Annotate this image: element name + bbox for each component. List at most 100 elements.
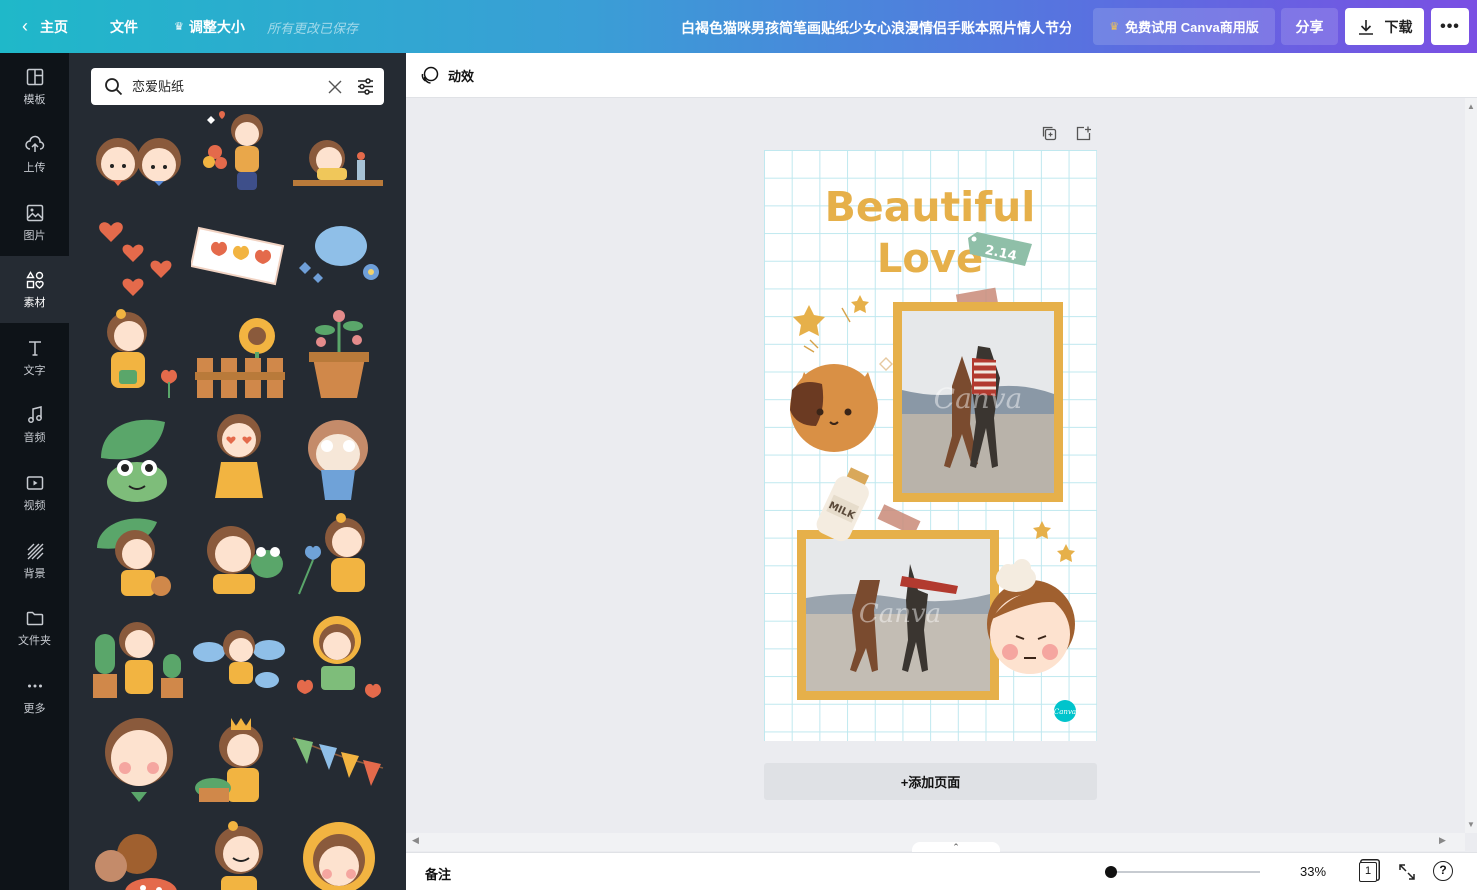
help-icon: ? — [1439, 863, 1447, 877]
download-button[interactable]: 下载 — [1345, 8, 1424, 45]
download-icon — [1358, 19, 1373, 35]
sticker-grid — [69, 108, 406, 890]
svg-text:Canva: Canva — [859, 599, 941, 629]
home-button[interactable]: ‹ 主页 — [22, 0, 68, 53]
animate-icon — [421, 66, 439, 84]
elements-panel — [69, 53, 406, 890]
pro-trial-label: 免费试用 Canva商用版 — [1125, 20, 1259, 35]
sticker-girl-laughing[interactable] — [191, 814, 286, 890]
scroll-up-icon[interactable]: ▲ — [1467, 102, 1475, 111]
design-page[interactable]: Beautiful Love 2.14 Canva Canva MILK Can… — [764, 150, 1097, 741]
duplicate-page-icon[interactable] — [1041, 125, 1058, 142]
scroll-right-icon[interactable]: ▶ — [1439, 835, 1446, 846]
sticker-girl-frog-hug[interactable] — [191, 518, 286, 598]
sticker-cloud-flowers[interactable] — [291, 218, 386, 298]
rail-label: 背景 — [23, 567, 46, 580]
sticker-girl-watering[interactable] — [91, 306, 186, 402]
rail-item-more[interactable]: 更多 — [0, 662, 69, 729]
sticker-flower-pot[interactable] — [291, 306, 386, 402]
sticker-boy-bouquet[interactable] — [199, 108, 281, 200]
add-page-button[interactable]: +添加页面 — [764, 763, 1097, 800]
canvas-area: Beautiful Love 2.14 Canva Canva MILK Can… — [406, 98, 1465, 833]
zoom-slider-handle[interactable] — [1105, 866, 1117, 878]
horizontal-scrollbar[interactable]: ◀ ▶ ⌃ — [406, 833, 1465, 852]
folder-icon — [26, 611, 43, 625]
rail-item-text[interactable]: 文字 — [0, 324, 69, 391]
vertical-scrollbar[interactable]: ▲ ▼ — [1465, 98, 1477, 833]
save-status: 所有更改已保存 — [267, 21, 359, 36]
rail-item-audio[interactable]: 音频 — [0, 391, 69, 458]
more-icon — [27, 684, 42, 687]
sticker-girl-reading[interactable] — [291, 128, 385, 190]
resize-button[interactable]: ♛ 调整大小 — [174, 0, 245, 53]
search-input[interactable] — [132, 78, 322, 93]
elements-icon — [25, 270, 44, 289]
clear-search-icon[interactable] — [328, 80, 342, 94]
chevron-left-icon: ‹ — [22, 16, 28, 36]
rail-item-folders[interactable]: 文件夹 — [0, 594, 69, 661]
fullscreen-icon[interactable] — [1398, 863, 1416, 881]
rail-item-templates[interactable]: 模板 — [0, 53, 69, 120]
star-icon — [1057, 544, 1075, 562]
sticker-squirrel-mushroom[interactable] — [91, 814, 186, 890]
rail-item-background[interactable]: 背景 — [0, 527, 69, 594]
share-button[interactable]: 分享 — [1281, 8, 1338, 45]
sticker-bunting-flags[interactable] — [291, 728, 386, 798]
sticker-owl-pot[interactable] — [301, 408, 376, 504]
sticker-tulip-ticket[interactable] — [189, 218, 287, 288]
more-options-button[interactable]: ••• — [1431, 8, 1469, 45]
text-icon — [28, 340, 41, 356]
rail-item-video[interactable]: 视频 — [0, 459, 69, 526]
file-menu-button[interactable]: 文件 — [110, 0, 138, 53]
rail-label: 素材 — [23, 296, 46, 309]
sticker-girl-umbrella[interactable] — [91, 508, 186, 604]
scroll-down-icon[interactable]: ▼ — [1467, 820, 1475, 829]
sticker-sunflower-fence[interactable] — [191, 306, 286, 402]
document-title[interactable]: 白褐色猫咪男孩简笔画贴纸少女心浪漫情侣手账本照片情人节分... — [681, 18, 1071, 38]
sticker-boy-blush[interactable] — [91, 712, 186, 808]
scroll-left-icon[interactable]: ◀ — [412, 835, 419, 846]
sticker-girl-crown[interactable] — [191, 712, 286, 808]
rail-item-upload[interactable]: 上传 — [0, 121, 69, 188]
home-label: 主页 — [40, 18, 68, 35]
sticker-girl-heart-eyes[interactable] — [199, 408, 279, 504]
zoom-value[interactable]: 33% — [1300, 864, 1326, 879]
filter-settings-icon[interactable] — [356, 77, 375, 96]
page-count-button[interactable]: 1 — [1359, 862, 1377, 882]
notes-button[interactable]: 备注 — [425, 864, 451, 883]
sticker-girl-flowers[interactable] — [291, 508, 386, 604]
design-artwork: Beautiful Love 2.14 Canva Canva MILK Can… — [790, 183, 1076, 722]
rail-label: 音频 — [23, 431, 46, 444]
rail-label: 图片 — [23, 229, 46, 242]
background-icon — [27, 543, 43, 559]
upload-icon — [24, 135, 44, 152]
sticker-girl-clouds[interactable] — [191, 618, 286, 698]
heading-line1: Beautiful — [825, 183, 1036, 231]
rail-label: 文件夹 — [18, 634, 51, 647]
rail-item-photos[interactable]: 图片 — [0, 189, 69, 256]
chevron-up-icon: ⌃ — [952, 842, 960, 852]
video-icon — [26, 475, 43, 490]
sticker-boy-cactus[interactable] — [91, 610, 186, 706]
sticker-couple-heads[interactable] — [91, 128, 186, 188]
rail-label: 文字 — [23, 364, 46, 377]
animate-button[interactable]: 动效 — [420, 65, 474, 85]
pro-trial-button[interactable]: ♛ 免费试用 Canva商用版 — [1093, 8, 1275, 45]
help-button[interactable]: ? — [1433, 861, 1453, 881]
zoom-slider[interactable] — [1112, 871, 1260, 873]
file-label: 文件 — [110, 18, 138, 35]
search-icon — [105, 78, 123, 96]
rail-label: 上传 — [23, 161, 46, 174]
add-page-icon[interactable] — [1075, 125, 1092, 142]
page-handle-tab[interactable]: ⌃ — [912, 842, 1000, 852]
rail-item-elements[interactable]: 素材 — [0, 256, 69, 323]
sticker-girl-hat[interactable] — [291, 814, 386, 890]
template-icon — [26, 68, 43, 85]
sticker-hearts[interactable] — [91, 206, 186, 306]
sticker-frog-leaf[interactable] — [91, 408, 186, 504]
crown-icon: ♛ — [1109, 21, 1120, 33]
sticker-girl-reading-book[interactable] — [291, 610, 386, 706]
crown-icon: ♛ — [174, 21, 184, 33]
rail-label: 视频 — [23, 499, 46, 512]
watermark: Canva — [934, 382, 1023, 415]
